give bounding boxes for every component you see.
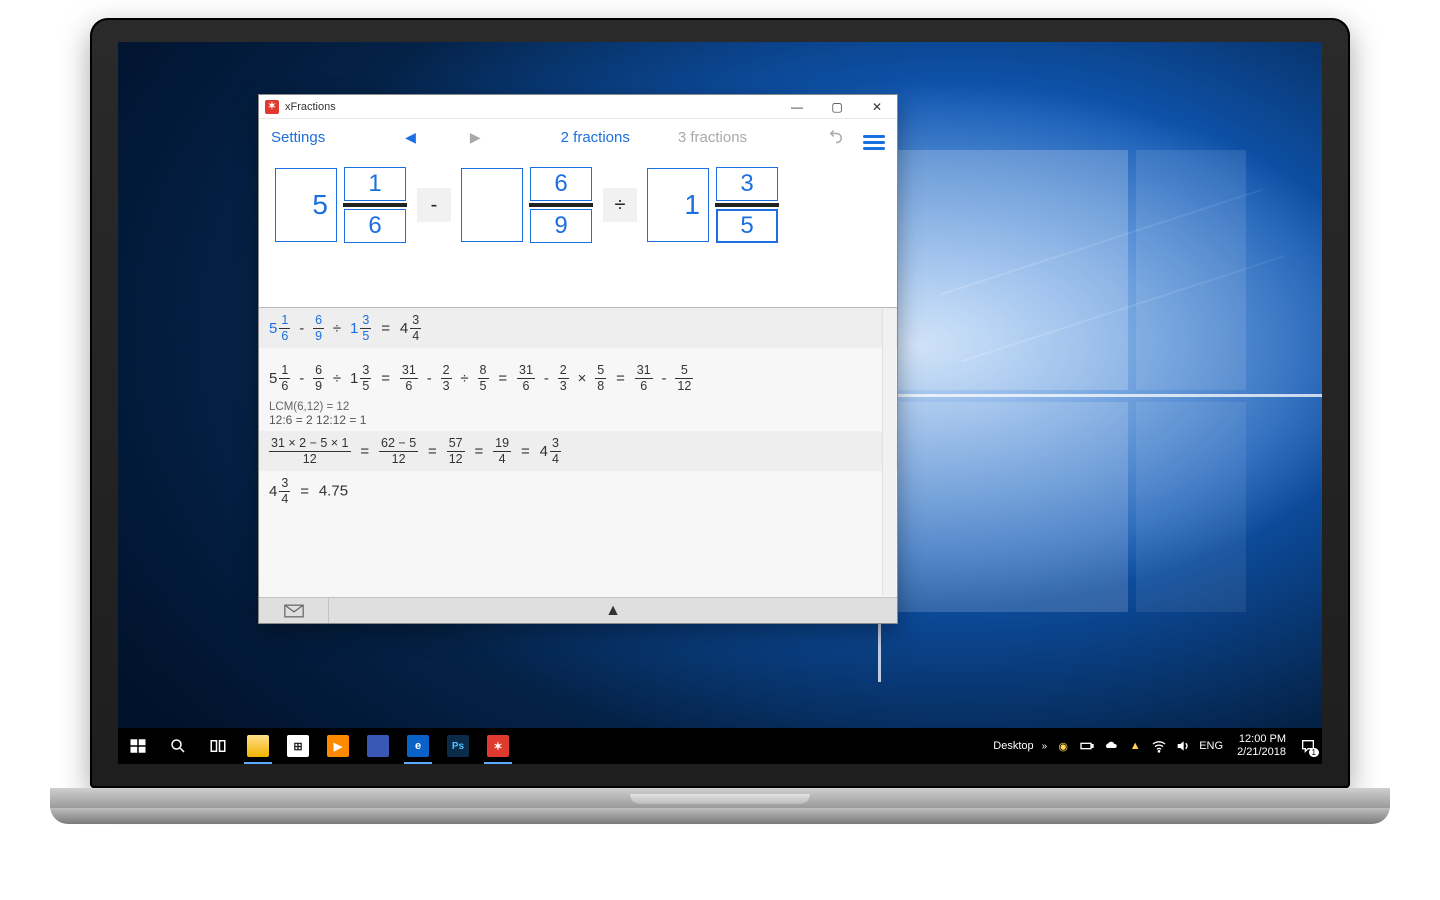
triangle-up-icon: ▲	[605, 602, 621, 620]
maximize-button[interactable]: ▢	[817, 95, 857, 119]
solution-row-decimal: 434 = 4.75	[259, 471, 897, 511]
lcm-label: LCM(6,12) = 12	[259, 398, 897, 413]
f2-denominator-input[interactable]: 9	[530, 209, 592, 243]
battery-icon[interactable]	[1079, 738, 1095, 754]
task-view-button[interactable]	[198, 728, 238, 764]
app4-taskbar[interactable]	[358, 728, 398, 764]
close-button[interactable]: ✕	[857, 95, 897, 119]
collapse-button[interactable]: ▲	[329, 602, 897, 620]
menu-button[interactable]	[863, 125, 885, 150]
tray-overflow-icon[interactable]: ▲	[1127, 738, 1143, 754]
scrollbar[interactable]	[882, 309, 896, 596]
app-icon: ✶	[265, 100, 279, 114]
undo-button[interactable]	[827, 126, 845, 148]
search-icon	[169, 737, 187, 755]
mode-2-fractions[interactable]: 2 fractions	[561, 129, 630, 146]
clock-date: 2/21/2018	[1237, 746, 1286, 759]
lcm-detail: 12:6 = 2 12:12 = 1	[259, 413, 897, 431]
f3-numerator-input[interactable]: 3	[716, 167, 778, 201]
action-center-icon[interactable]: 1	[1300, 738, 1316, 754]
laptop-frame: ✶ xFractions — ▢ ✕ Settings ◀ ▶ 2 fracti…	[50, 18, 1390, 858]
f3-whole-input[interactable]: 1	[647, 168, 709, 242]
fraction-3: 1 3 5	[647, 167, 779, 243]
envelope-icon	[284, 604, 304, 618]
store-icon: ⊞	[287, 735, 309, 757]
search-button[interactable]	[158, 728, 198, 764]
file-explorer-taskbar[interactable]	[238, 728, 278, 764]
mode-3-fractions[interactable]: 3 fractions	[678, 129, 747, 146]
f2-whole-input[interactable]	[461, 168, 523, 242]
store-taskbar[interactable]: ⊞	[278, 728, 318, 764]
app-icon	[367, 735, 389, 757]
windows-logo-icon	[129, 737, 147, 755]
share-button[interactable]	[259, 598, 329, 623]
hamburger-icon	[863, 135, 885, 150]
operator-1[interactable]: -	[417, 188, 451, 222]
edge-taskbar[interactable]: e	[398, 728, 438, 764]
photoshop-taskbar[interactable]: Ps	[438, 728, 478, 764]
solution-row-expand: 516 - 69 ÷ 135 = 316 - 23 ÷ 85 = 316 -	[259, 358, 897, 398]
start-button[interactable]	[118, 728, 158, 764]
laptop-base	[50, 788, 1390, 824]
xfractions-icon: ✶	[487, 735, 509, 757]
prev-button[interactable]: ◀	[405, 129, 416, 146]
desktop-wallpaper[interactable]: ✶ xFractions — ▢ ✕ Settings ◀ ▶ 2 fracti…	[118, 42, 1322, 764]
fraction-1: 5 1 6	[275, 167, 407, 243]
solution-row-combine: 31 × 2 − 5 × 112 = 62 − 512 = 5712 = 194…	[259, 431, 897, 471]
edge-icon: e	[407, 735, 429, 757]
file-explorer-icon	[247, 735, 269, 757]
spacer	[259, 249, 897, 307]
minimize-button[interactable]: —	[777, 95, 817, 119]
solution-row-summary: 516 - 69 ÷ 135 = 434	[259, 308, 897, 348]
app-bottombar: ▲	[259, 597, 897, 623]
screen: ✶ xFractions — ▢ ✕ Settings ◀ ▶ 2 fracti…	[118, 42, 1322, 764]
task-view-icon	[209, 737, 227, 755]
operator-2[interactable]: ÷	[603, 188, 637, 222]
fraction-2: 6 9	[461, 167, 593, 243]
fraction-bar	[343, 203, 407, 207]
xfractions-window[interactable]: ✶ xFractions — ▢ ✕ Settings ◀ ▶ 2 fracti…	[258, 94, 898, 624]
solution-panel[interactable]: 516 - 69 ÷ 135 = 434 516 - 69 ÷ 1	[259, 307, 897, 597]
fraction-input-row: 5 1 6 - 6 9	[259, 155, 897, 249]
media-player-taskbar[interactable]: ▶	[318, 728, 358, 764]
window-title: xFractions	[285, 101, 336, 113]
desktop-toolbar-label[interactable]: Desktop	[993, 740, 1033, 752]
clock-time: 12:00 PM	[1237, 733, 1286, 746]
tray-app-icon[interactable]: ◉	[1055, 738, 1071, 754]
f2-numerator-input[interactable]: 6	[530, 167, 592, 201]
onedrive-icon[interactable]	[1103, 738, 1119, 754]
photoshop-icon: Ps	[447, 735, 469, 757]
volume-icon[interactable]	[1175, 738, 1191, 754]
fraction-bar	[715, 203, 779, 207]
notif-badge: 1	[1309, 748, 1319, 757]
app-toolbar: Settings ◀ ▶ 2 fractions 3 fractions	[259, 119, 897, 155]
taskbar[interactable]: ⊞ ▶ e Ps ✶	[118, 728, 1322, 764]
xfractions-taskbar[interactable]: ✶	[478, 728, 518, 764]
next-button[interactable]: ▶	[470, 129, 481, 146]
language-indicator[interactable]: ENG	[1199, 740, 1223, 752]
f1-numerator-input[interactable]: 1	[344, 167, 406, 201]
media-player-icon: ▶	[327, 735, 349, 757]
wifi-icon[interactable]	[1151, 738, 1167, 754]
f1-whole-input[interactable]: 5	[275, 168, 337, 242]
settings-button[interactable]: Settings	[271, 129, 325, 146]
clock[interactable]: 12:00 PM 2/21/2018	[1231, 733, 1292, 758]
fraction-bar	[529, 203, 593, 207]
decimal-result: 4.75	[319, 483, 348, 500]
f1-denominator-input[interactable]: 6	[344, 209, 406, 243]
chevron-icon[interactable]: »	[1042, 741, 1048, 752]
f3-denominator-input[interactable]: 5	[716, 209, 778, 243]
titlebar[interactable]: ✶ xFractions — ▢ ✕	[259, 95, 897, 119]
